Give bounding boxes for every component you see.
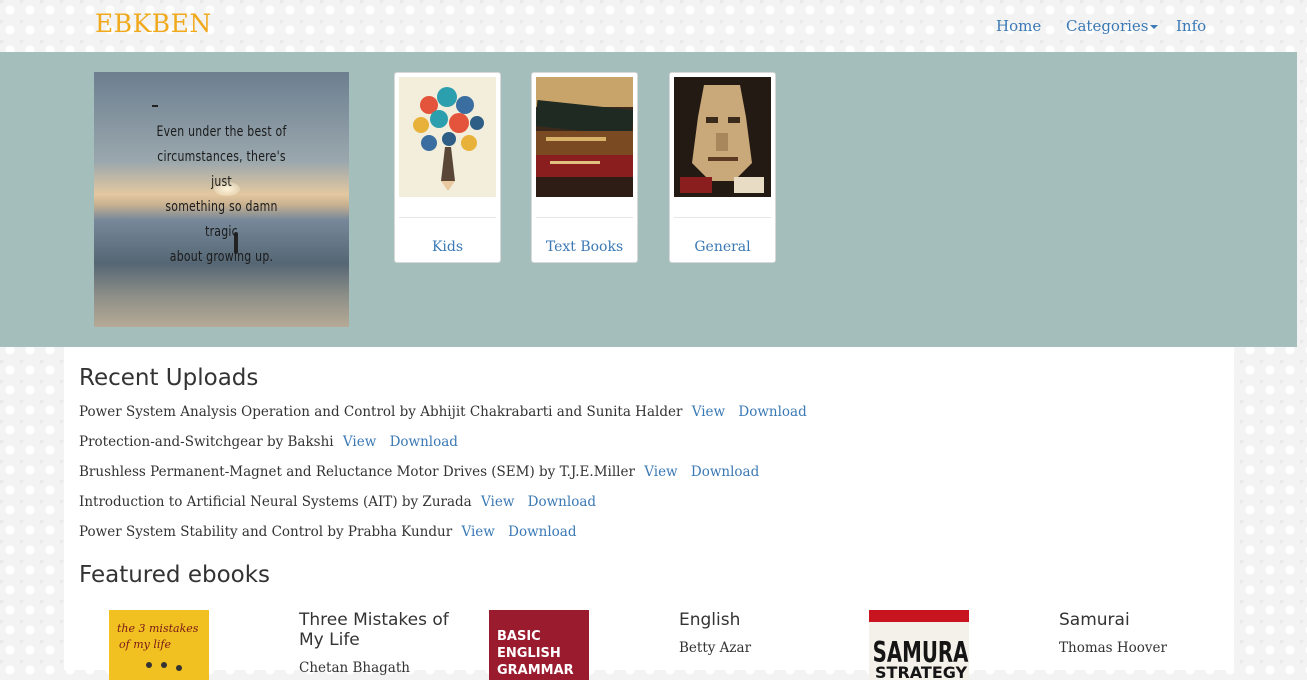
category-label-kids[interactable]: Kids [395,239,500,255]
hero-banner: Even under the best of circumstances, th… [0,52,1297,347]
upload-item: Power System Stability and Control by Pr… [79,524,576,540]
general-thumbnail [674,77,771,197]
kids-thumbnail [399,77,496,197]
category-card-general[interactable]: General [669,72,776,263]
book-author: Betty Azar [679,640,752,656]
upload-title: Protection-and-Switchgear by Bakshi [79,434,334,450]
nav-categories-dropdown[interactable]: Categories [1066,17,1158,35]
book-title[interactable]: Samurai [1059,610,1224,630]
tree-of-speech-bubbles-image [399,77,496,197]
bird-silhouette [152,105,158,107]
card-divider [536,217,633,218]
download-link[interactable]: Download [738,404,806,420]
download-link[interactable]: Download [508,524,576,540]
book-title[interactable]: Three Mistakes of My Life [299,610,464,650]
category-card-kids[interactable]: Kids [394,72,501,263]
cover-text: GRAMMAR [497,663,574,678]
upload-title: Power System Stability and Control by Pr… [79,524,453,540]
category-card-text-books[interactable]: Text Books [531,72,638,263]
card-divider [399,217,496,218]
quote-line: about growing up. [169,249,274,265]
book-sculpture-image [674,77,771,197]
nav-categories-label: Categories [1066,17,1149,35]
cover-text: ENGLISH [497,646,561,661]
recent-uploads-heading: Recent Uploads [79,365,259,391]
view-link[interactable]: View [481,494,514,510]
upload-item: Protection-and-Switchgear by Bakshi View… [79,434,458,450]
nav-info-link[interactable]: Info [1176,17,1206,35]
upload-item: Brushless Permanent-Magnet and Reluctanc… [79,464,759,480]
quote-text: Even under the best of circumstances, th… [153,120,290,270]
book-author: Chetan Bhagath [299,660,410,676]
cover-text: the 3 mistakes [117,622,199,635]
book-title[interactable]: English [679,610,844,630]
download-link[interactable]: Download [528,494,596,510]
brand-logo[interactable]: EBKBEN [95,9,212,38]
caret-down-icon [1149,25,1158,29]
text-books-thumbnail [536,77,633,197]
upload-title: Power System Analysis Operation and Cont… [79,404,683,420]
upload-item: Introduction to Artificial Neural System… [79,494,596,510]
book-author: Thomas Hoover [1059,640,1167,656]
featured-ebooks-heading: Featured ebooks [79,562,271,588]
view-link[interactable]: View [644,464,677,480]
upload-title: Brushless Permanent-Magnet and Reluctanc… [79,464,635,480]
quote-image: Even under the best of circumstances, th… [94,72,349,327]
upload-title: Introduction to Artificial Neural System… [79,494,472,510]
quote-line: circumstances, there's just [157,149,286,190]
main-content: Recent Uploads Power System Analysis Ope… [64,347,1234,680]
download-link[interactable]: Download [390,434,458,450]
cover-text: BASIC [497,629,541,644]
quote-line: Even under the best of [156,124,287,140]
navbar: EBKBEN Home Categories Info [0,0,1307,52]
view-link[interactable]: View [692,404,725,420]
view-link[interactable]: View [343,434,376,450]
view-link[interactable]: View [461,524,494,540]
download-link[interactable]: Download [691,464,759,480]
upload-item: Power System Analysis Operation and Cont… [79,404,807,420]
category-label-general[interactable]: General [670,239,775,255]
quote-line: something so damn tragic [165,199,278,240]
card-divider [674,217,771,218]
category-label-text-books[interactable]: Text Books [532,239,637,255]
nav-home-link[interactable]: Home [996,17,1041,35]
cover-text: STRATEGY [875,663,968,680]
stack-of-books-image [536,77,633,197]
cover-text: of my life [119,638,171,651]
